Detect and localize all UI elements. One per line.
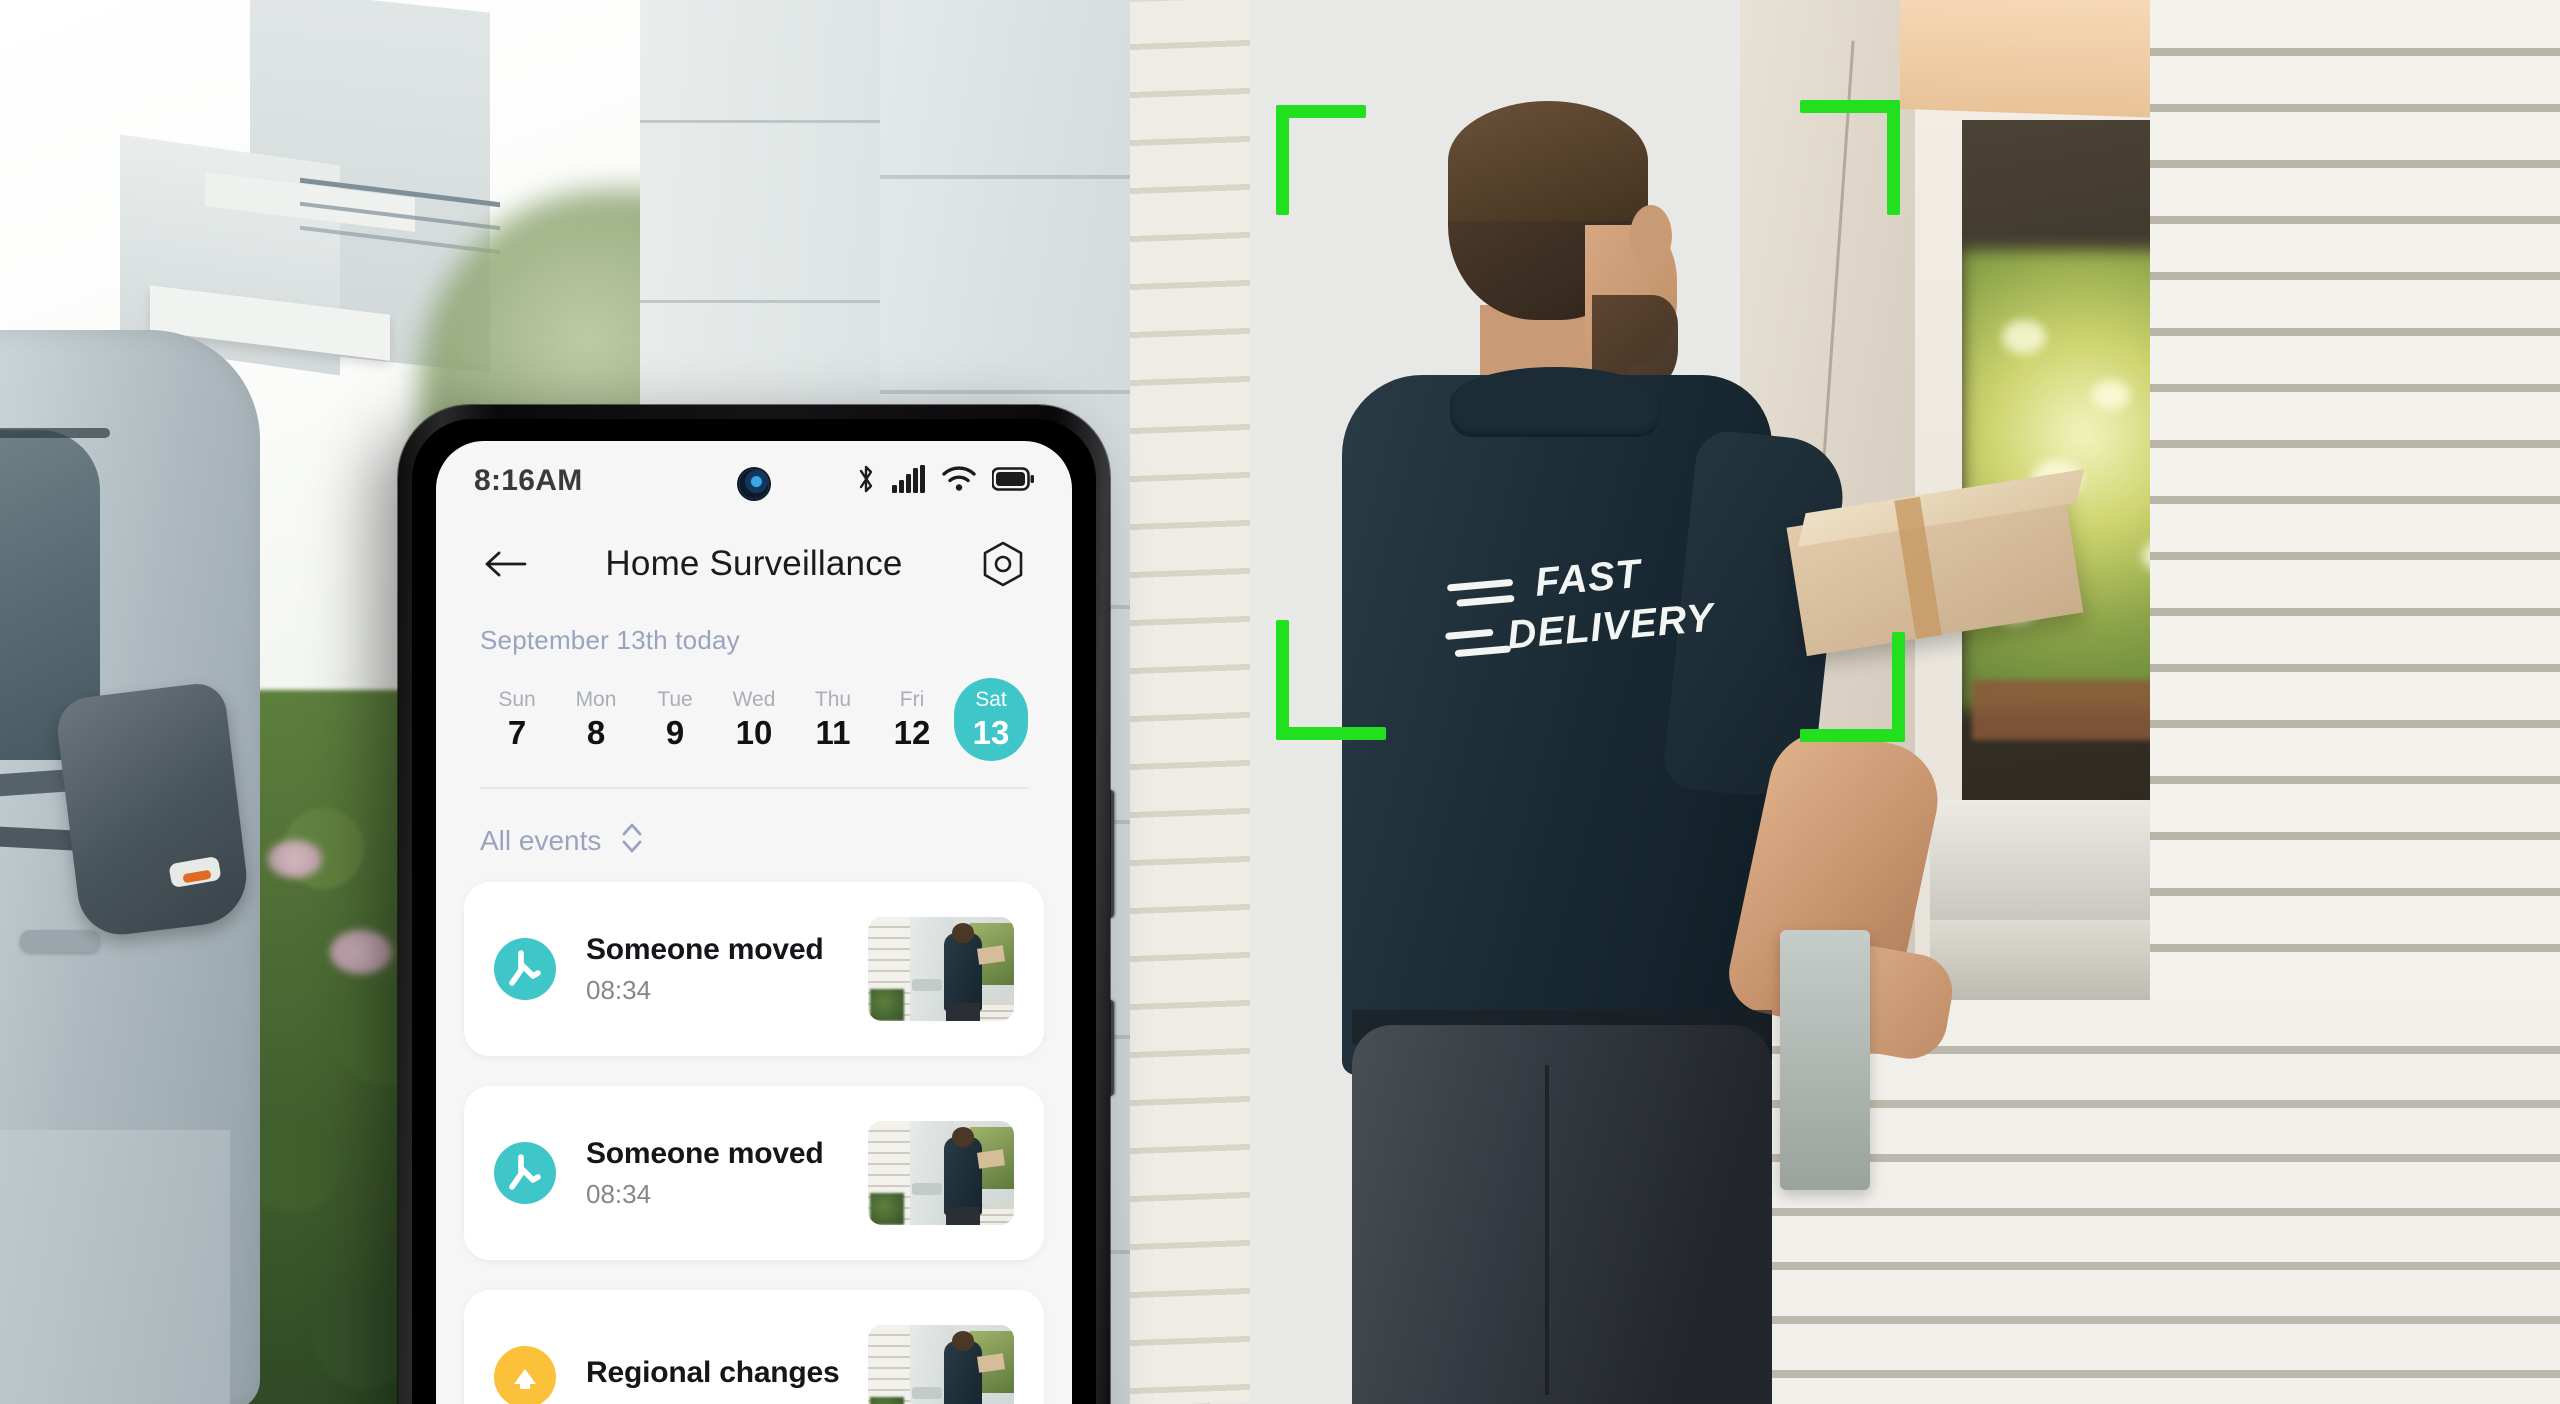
day-cell-thu[interactable]: Thu 11 [796, 678, 870, 761]
region-change-icon [494, 1346, 556, 1404]
battery-icon [991, 466, 1034, 496]
courier-jeans-seam [1545, 1065, 1549, 1395]
date-strip: September 13th today Sun 7 Mon 8 Tue 9 Wed 10 Th… [436, 599, 1072, 762]
detection-bracket-bottom-left [1276, 620, 1386, 740]
phone-device: 8:16AM Home Surveillance September 13th … [398, 405, 1110, 1404]
event-thumbnail[interactable] [868, 1325, 1014, 1404]
day-name: Sun [498, 688, 536, 711]
status-bar-time: 8:16AM [474, 464, 583, 497]
van-door-handle [20, 930, 100, 952]
courier-ear [1630, 205, 1672, 267]
detection-bracket-top-left [1276, 105, 1366, 215]
day-number: 7 [507, 714, 527, 752]
van-window-trim [0, 428, 110, 438]
front-camera-punch-hole [739, 469, 769, 499]
cellular-signal-icon [892, 464, 926, 498]
event-filter[interactable]: All events [436, 789, 1072, 882]
courier-hair [1448, 101, 1648, 221]
phone-bezel: 8:16AM Home Surveillance September 13th … [412, 419, 1096, 1404]
app-header: Home Surveillance [436, 521, 1072, 599]
event-card[interactable]: Someone moved 08:34 [464, 882, 1044, 1057]
phone-screen: 8:16AM Home Surveillance September 13th … [436, 441, 1072, 1404]
sort-updown-chevron-icon[interactable] [619, 821, 645, 860]
day-number: 13 [972, 714, 1010, 752]
corner-brick-trim [1130, 0, 1250, 1404]
delivery-courier: FAST DELIVERY [1330, 101, 1959, 1404]
day-number: 12 [893, 714, 931, 752]
detection-bracket-bottom-right [1800, 632, 1905, 742]
event-filter-label: All events [480, 824, 602, 856]
day-selector: Sun 7 Mon 8 Tue 9 Wed 10 Thu 11 Fri 12 Sat 13 [480, 678, 1028, 762]
event-thumbnail[interactable] [868, 917, 1014, 1022]
event-time: 08:34 [586, 974, 652, 1005]
bluetooth-icon [856, 464, 876, 499]
event-card[interactable]: Regional changes [464, 1290, 1044, 1404]
page-title: Home Surveillance [605, 544, 903, 583]
status-bar-icons [856, 464, 1034, 499]
event-time: 08:34 [586, 1178, 652, 1209]
event-title: Someone moved [586, 1136, 824, 1170]
background-photo: FAST DELIVERY [0, 0, 2560, 1404]
fast-delivery-logo: FAST DELIVERY [1445, 550, 1716, 680]
event-card[interactable]: Someone moved 08:34 [464, 1086, 1044, 1261]
event-text: Regional changes [586, 1356, 868, 1398]
day-cell-wed[interactable]: Wed 10 [717, 678, 791, 761]
date-label: September 13th today [480, 625, 740, 655]
day-number: 11 [815, 714, 851, 752]
event-thumbnail[interactable] [868, 1121, 1014, 1226]
day-name: Mon [575, 688, 617, 711]
event-text: Someone moved 08:34 [586, 1137, 868, 1210]
motion-walk-icon [494, 938, 556, 1001]
day-number: 8 [586, 714, 606, 752]
day-name: Wed [732, 688, 776, 711]
courier-jeans [1352, 1025, 1772, 1404]
event-title: Regional changes [586, 1356, 840, 1390]
courier-collar [1450, 367, 1660, 437]
wifi-icon [942, 465, 976, 497]
detection-bracket-top-right [1800, 100, 1900, 215]
day-cell-sat[interactable]: Sat 13 [954, 678, 1028, 762]
day-number: 9 [665, 714, 685, 752]
day-number: 10 [735, 714, 773, 752]
van-side-mirror [54, 680, 252, 940]
motion-walk-icon [494, 1142, 556, 1205]
logo-text-fast: FAST [1533, 551, 1643, 605]
van-lower-body [0, 1130, 230, 1404]
day-name: Thu [814, 688, 852, 711]
day-name: Tue [657, 688, 693, 711]
day-cell-tue[interactable]: Tue 9 [638, 678, 712, 761]
day-name: Sat [975, 688, 1007, 711]
screenshot-stage: FAST DELIVERY 8:16AM Home Surveillance S… [0, 0, 2560, 1404]
event-text: Someone moved 08:34 [586, 933, 868, 1006]
logo-text-delivery: DELIVERY [1505, 595, 1717, 658]
event-title: Someone moved [586, 932, 824, 966]
day-name: Fri [899, 688, 925, 711]
event-list: Someone moved 08:34 Someone moved 08:34 Regi… [436, 882, 1072, 1404]
back-arrow-icon[interactable] [480, 539, 530, 589]
day-cell-fri[interactable]: Fri 12 [875, 678, 949, 761]
day-cell-mon[interactable]: Mon 8 [559, 678, 633, 761]
camera-settings-hex-icon[interactable] [978, 539, 1028, 589]
wall-vent [1780, 930, 1870, 1190]
day-cell-sun[interactable]: Sun 7 [480, 678, 554, 761]
status-bar: 8:16AM [436, 441, 1072, 521]
